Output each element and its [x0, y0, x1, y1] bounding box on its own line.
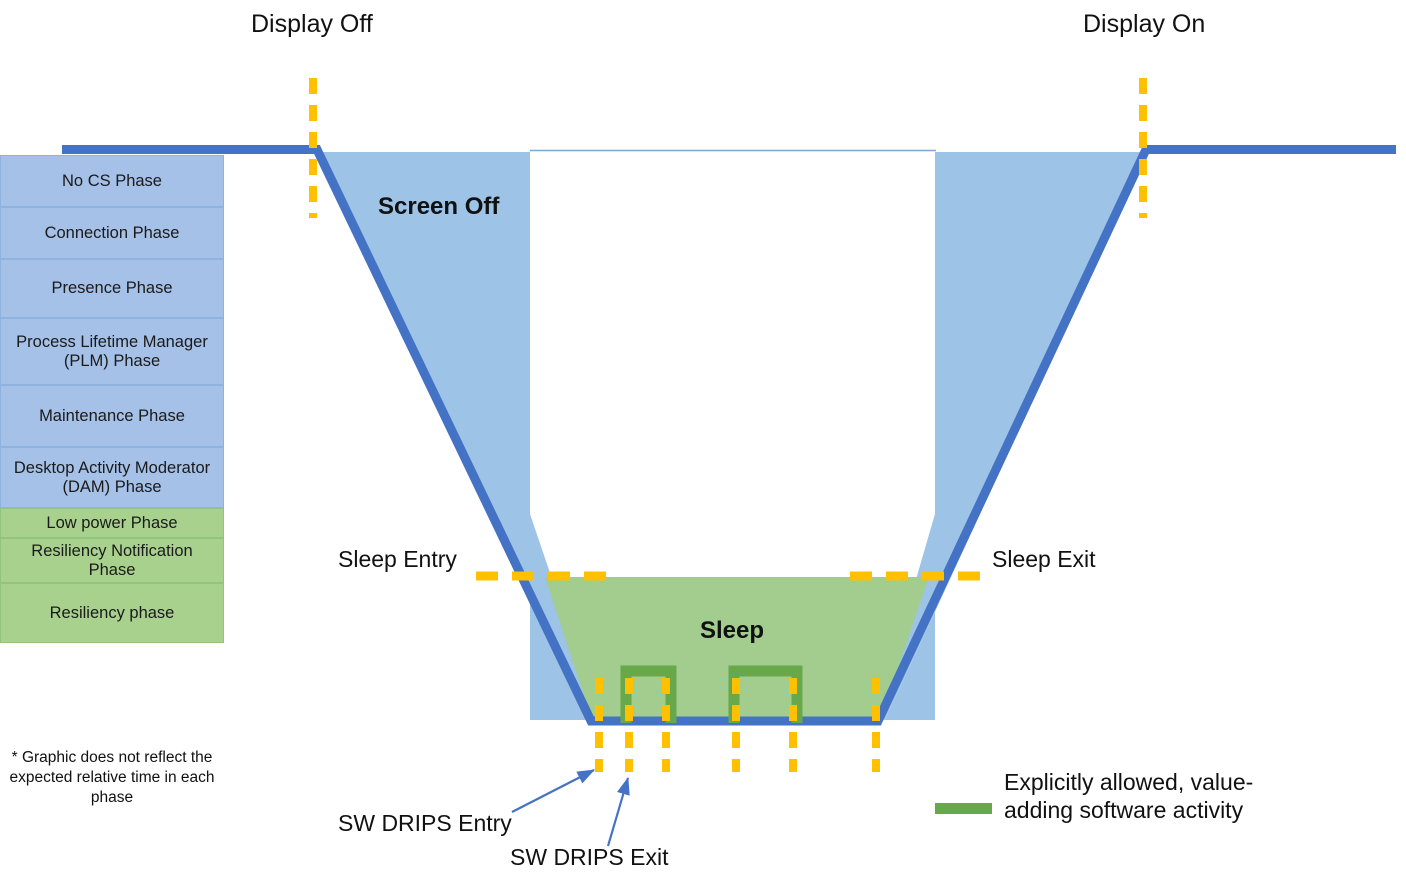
- label-sleep-exit: Sleep Exit: [992, 546, 1096, 572]
- legend-swatch-green: [935, 802, 992, 814]
- label-screen-off: Screen Off: [378, 193, 500, 220]
- label-sw-drips-exit: SW DRIPS Exit: [510, 844, 669, 870]
- phase-item-resiliency[interactable]: Resiliency phase: [0, 583, 224, 643]
- legend: Explicitly allowed, value-adding softwar…: [935, 768, 1315, 824]
- phase-label: No CS Phase: [62, 171, 162, 190]
- phase-list: No CS Phase Connection Phase Presence Ph…: [0, 155, 224, 643]
- phase-item-maintenance[interactable]: Maintenance Phase: [0, 385, 224, 447]
- legend-label: Explicitly allowed, value-adding softwar…: [1004, 769, 1254, 824]
- phase-item-presence[interactable]: Presence Phase: [0, 259, 224, 318]
- phase-label: Resiliency Notification Phase: [31, 542, 193, 579]
- phase-label: Resiliency phase: [49, 603, 175, 622]
- label-display-off: Display Off: [251, 10, 373, 38]
- phase-item-dam[interactable]: Desktop Activity Moderator (DAM) Phase: [0, 447, 224, 508]
- label-sw-drips-entry: SW DRIPS Entry: [338, 810, 512, 836]
- phase-label: Desktop Activity Moderator (DAM) Phase: [13, 459, 211, 496]
- phase-item-low-power[interactable]: Low power Phase: [0, 508, 224, 538]
- phase-label: Low power Phase: [46, 513, 178, 532]
- phase-label: Maintenance Phase: [39, 406, 185, 425]
- label-sleep-entry: Sleep Entry: [338, 546, 457, 572]
- phase-item-no-cs[interactable]: No CS Phase: [0, 155, 224, 207]
- phase-label: Connection Phase: [44, 223, 180, 242]
- phase-item-plm[interactable]: Process Lifetime Manager (PLM) Phase: [0, 318, 224, 385]
- arrow-sw-drips-exit: [606, 776, 630, 847]
- phase-item-res-notif[interactable]: Resiliency Notification Phase: [0, 538, 224, 583]
- phase-label: Presence Phase: [51, 279, 173, 298]
- label-sleep: Sleep: [700, 617, 765, 644]
- phase-item-connection[interactable]: Connection Phase: [0, 207, 224, 259]
- phase-label: Process Lifetime Manager (PLM) Phase: [16, 333, 208, 370]
- footnote-text: * Graphic does not reflect the expected …: [9, 749, 215, 806]
- label-display-on: Display On: [1083, 10, 1206, 38]
- arrow-sw-drips-entry: [511, 769, 595, 813]
- diagram-canvas: No CS Phase Connection Phase Presence Ph…: [0, 0, 1406, 889]
